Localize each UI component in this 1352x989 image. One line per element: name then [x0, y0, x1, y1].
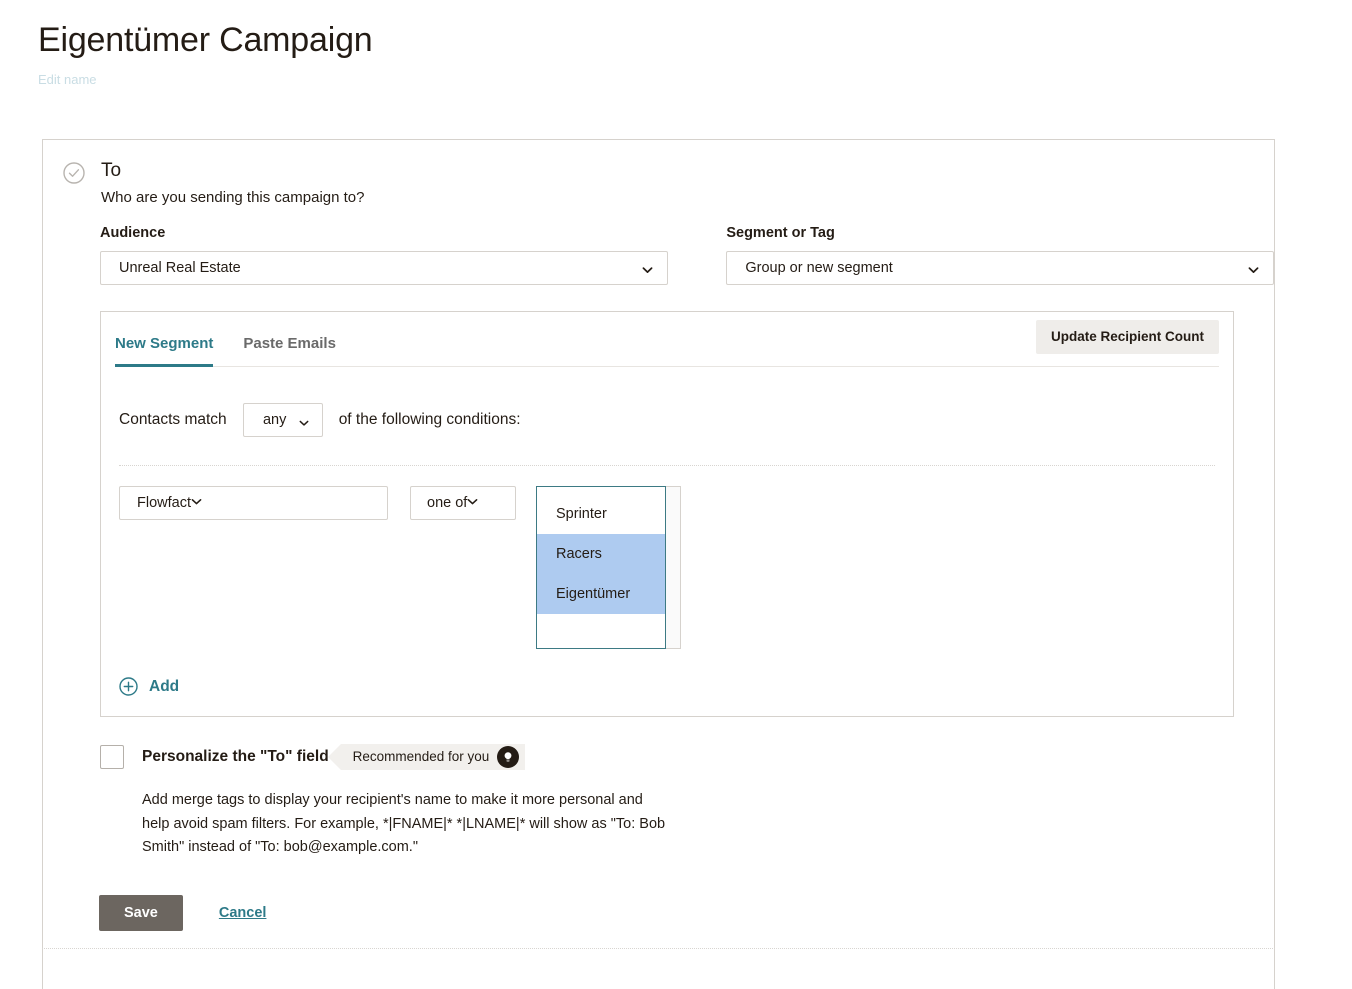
audience-segment-row: Audience Unreal Real Estate Segment or T… [43, 224, 1274, 285]
add-condition-button[interactable]: Add [101, 649, 179, 696]
match-operator-value: any [262, 412, 287, 428]
to-section-card: To Who are you sending this campaign to?… [42, 139, 1275, 989]
chevron-down-icon [467, 494, 478, 512]
recommended-badge[interactable]: Recommended for you [327, 744, 526, 770]
list-option-sprinter[interactable]: Sprinter [537, 494, 665, 534]
condition-field-select[interactable]: Flowfact [119, 486, 388, 520]
chevron-down-icon [1248, 263, 1259, 274]
segment-builder-panel: New Segment Paste Emails Update Recipien… [100, 311, 1234, 717]
edit-name-link[interactable]: Edit name [38, 72, 97, 88]
to-section-header: To Who are you sending this campaign to? [43, 160, 1274, 208]
condition-value-listbox[interactable]: Sprinter Racers Eigentümer [536, 486, 666, 649]
update-recipient-count-button[interactable]: Update Recipient Count [1035, 320, 1219, 354]
segment-field-group: Segment or Tag Group or new segment [726, 224, 1274, 285]
list-option-eigentuemer[interactable]: Eigentümer [537, 574, 665, 614]
page-header: Eigentümer Campaign Edit name [0, 0, 1352, 89]
audience-select-value: Unreal Real Estate [119, 260, 241, 276]
to-section-subtitle: Who are you sending this campaign to? [101, 189, 365, 206]
audience-label: Audience [100, 225, 166, 241]
personalize-label: Personalize the "To" field [142, 748, 329, 765]
personalize-header: Personalize the "To" field Recommended f… [100, 744, 1230, 770]
page-title: Eigentümer Campaign [38, 21, 373, 59]
section-bottom-divider [42, 948, 1275, 949]
contacts-match-row: Contacts match any of the following cond… [101, 367, 1233, 437]
plus-circle-icon [119, 677, 138, 696]
chevron-down-icon [642, 263, 653, 274]
match-operator-select[interactable]: any [242, 403, 323, 437]
chevron-down-icon [299, 415, 309, 426]
contacts-match-prefix: Contacts match [119, 411, 227, 428]
condition-value-listbox-wrapper: Sprinter Racers Eigentümer [516, 486, 681, 649]
segment-or-tag-select-value: Group or new segment [745, 260, 893, 276]
segment-tabs: New Segment Paste Emails Update Recipien… [115, 312, 1219, 367]
condition-operator-select[interactable]: one of [410, 486, 516, 520]
listbox-scrollbar[interactable] [666, 486, 681, 649]
segment-or-tag-label: Segment or Tag [726, 225, 835, 241]
chevron-down-icon [191, 494, 202, 512]
lightbulb-icon [497, 746, 520, 768]
personalize-checkbox[interactable] [100, 745, 124, 769]
contacts-match-suffix: of the following conditions: [338, 411, 521, 428]
condition-operator-value: one of [427, 495, 468, 511]
add-condition-label: Add [149, 677, 180, 695]
condition-field-value: Flowfact [137, 495, 191, 511]
audience-field-group: Audience Unreal Real Estate [100, 224, 669, 285]
personalize-to-field-block: Personalize the "To" field Recommended f… [100, 744, 1230, 860]
form-actions: Save Cancel [99, 895, 266, 931]
condition-row: Flowfact one of Sprinter Racers Eigentüm… [101, 466, 1233, 649]
to-section-title: To [101, 160, 122, 181]
save-button[interactable]: Save [99, 895, 183, 931]
personalize-description: Add merge tags to display your recipient… [142, 792, 666, 855]
list-option-racers[interactable]: Racers [537, 534, 665, 574]
check-circle-icon [63, 162, 85, 184]
audience-select[interactable]: Unreal Real Estate [100, 251, 669, 285]
tab-paste-emails[interactable]: Paste Emails [243, 335, 336, 367]
tab-new-segment[interactable]: New Segment [115, 335, 214, 367]
cancel-link[interactable]: Cancel [219, 904, 267, 922]
recommended-badge-text: Recommended for you [352, 749, 490, 764]
segment-or-tag-select[interactable]: Group or new segment [726, 251, 1274, 285]
